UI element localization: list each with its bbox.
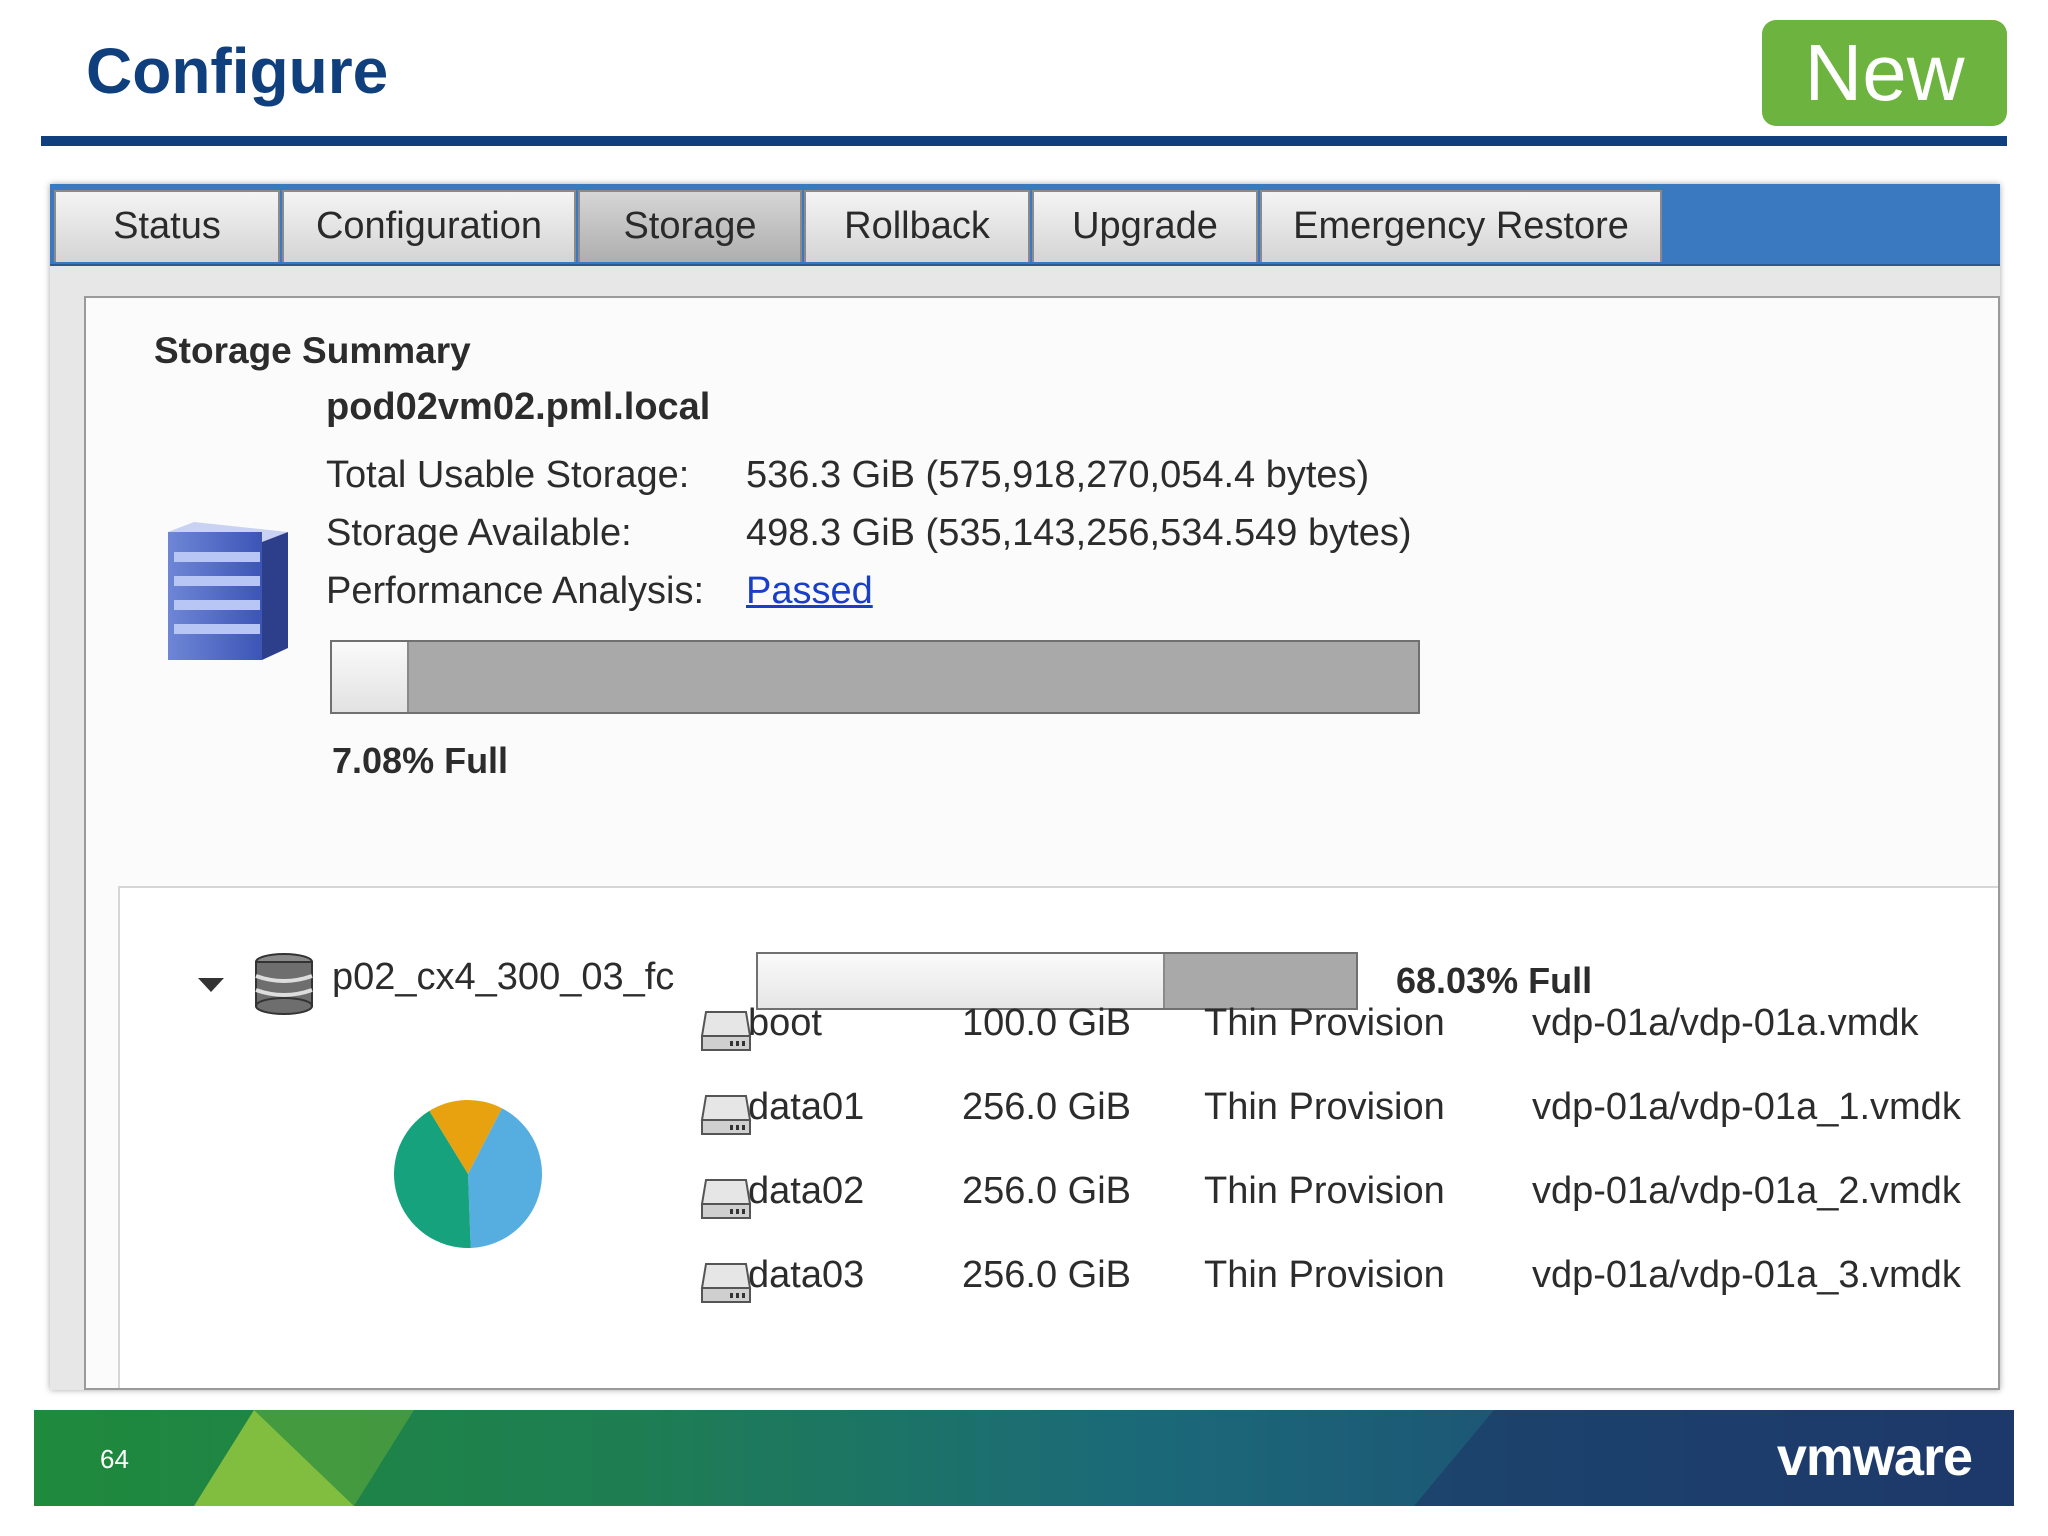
- total-usage-text: 7.08% Full: [332, 740, 509, 781]
- new-badge: New: [1762, 20, 2007, 126]
- disk-path: vdp-01a/vdp-01a_2.vmdk: [1532, 1170, 1961, 1212]
- tab-upgrade[interactable]: Upgrade: [1032, 190, 1258, 262]
- slide-footer: 64 vmware: [34, 1410, 2014, 1506]
- disk-name: data02: [748, 1170, 865, 1212]
- disk-size: 100.0 GiB: [962, 1002, 1131, 1044]
- tab-configuration[interactable]: Configuration: [282, 190, 576, 262]
- performance-analysis-label: Performance Analysis:: [326, 570, 705, 612]
- disk-path: vdp-01a/vdp-01a_3.vmdk: [1532, 1254, 1961, 1296]
- tab-emergency-restore[interactable]: Emergency Restore: [1260, 190, 1662, 262]
- hard-disk-icon: [700, 1174, 752, 1230]
- disk-provision: Thin Provision: [1204, 1254, 1445, 1296]
- disk-size: 256.0 GiB: [962, 1086, 1131, 1128]
- disk-row: data02 256.0 GiB Thin Provision vdp-01a/vdp…: [86, 1160, 1998, 1230]
- disk-row: data03 256.0 GiB Thin Provision vdp-01a/vdp…: [86, 1244, 1998, 1314]
- hard-disk-icon: [700, 1090, 752, 1146]
- page-number: 64: [100, 1444, 129, 1474]
- storage-summary-heading: Storage Summary: [154, 330, 471, 371]
- disk-provision: Thin Provision: [1204, 1002, 1445, 1044]
- disk-provision: Thin Provision: [1204, 1086, 1445, 1128]
- hard-disk-icon: [700, 1006, 752, 1062]
- title-divider: [41, 136, 2007, 146]
- disk-name: data03: [748, 1254, 865, 1296]
- disk-path: vdp-01a/vdp-01a_1.vmdk: [1532, 1086, 1961, 1128]
- expand-chevron-icon[interactable]: [196, 974, 226, 994]
- disk-path: vdp-01a/vdp-01a.vmdk: [1532, 1002, 1919, 1044]
- disk-name: data01: [748, 1086, 865, 1128]
- tab-rollback[interactable]: Rollback: [804, 190, 1030, 262]
- host-name: pod02vm02.pml.local: [326, 386, 711, 428]
- total-storage-value: 536.3 GiB (575,918,270,054.4 bytes): [746, 454, 1370, 496]
- storage-panel: Storage Summary pod02vm02.pml.local Tota…: [84, 296, 2000, 1390]
- disk-provision: Thin Provision: [1204, 1170, 1445, 1212]
- disk-row: data01 256.0 GiB Thin Provision vdp-01a/vdp…: [86, 1076, 1998, 1146]
- tab-status[interactable]: Status: [54, 190, 280, 262]
- storage-stack-icon: [164, 520, 292, 666]
- performance-analysis-link[interactable]: Passed: [746, 570, 873, 613]
- slide-title: Configure: [86, 35, 389, 107]
- storage-available-value: 498.3 GiB (535,143,256,534.549 bytes): [746, 512, 1412, 554]
- total-usage-bar: [330, 640, 1420, 714]
- disk-size: 256.0 GiB: [962, 1254, 1131, 1296]
- vmware-logo: vmware: [1776, 1427, 1973, 1487]
- tab-storage[interactable]: Storage: [578, 190, 802, 262]
- disk-name: boot: [748, 1002, 822, 1044]
- hard-disk-icon: [700, 1258, 752, 1314]
- storage-available-label: Storage Available:: [326, 512, 632, 554]
- disk-row: boot 100.0 GiB Thin Provision vdp-01a/vdp-0…: [86, 992, 1998, 1062]
- disk-size: 256.0 GiB: [962, 1170, 1131, 1212]
- app-window: Status Configuration Storage Rollback Up…: [50, 184, 2000, 1390]
- total-usage-fill: [332, 642, 409, 712]
- tab-bar: Status Configuration Storage Rollback Up…: [50, 184, 2000, 266]
- total-storage-label: Total Usable Storage:: [326, 454, 690, 496]
